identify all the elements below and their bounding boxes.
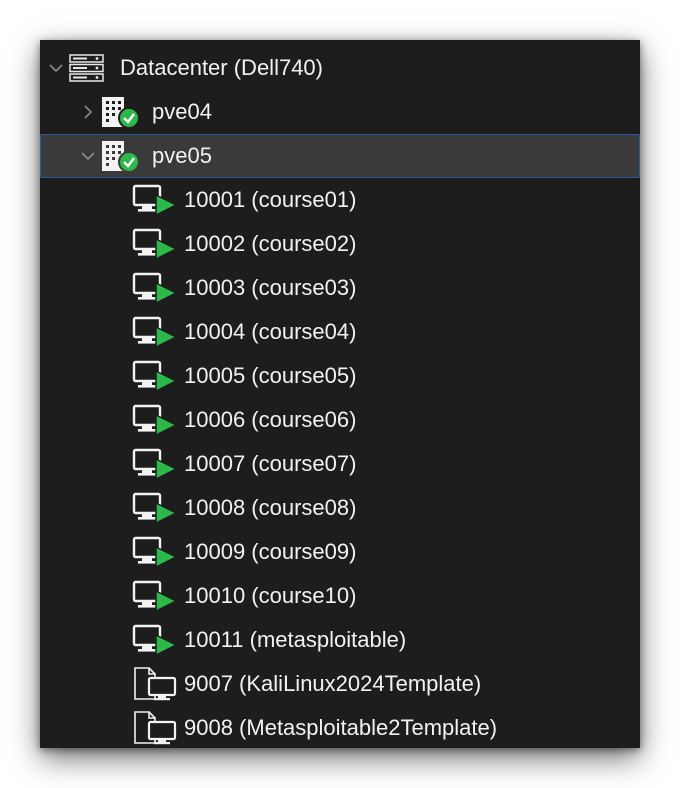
tree-item-label: 10009 (course09) <box>184 539 357 564</box>
tree-item-label: 10006 (course06) <box>184 407 357 432</box>
tree-item-vm[interactable]: 10007 (course07) <box>40 442 640 486</box>
tree-item-vm[interactable]: 10009 (course09) <box>40 530 640 574</box>
vm-running-icon <box>132 574 178 618</box>
tree-item-label: pve05 <box>152 143 212 168</box>
tree-item-label: 9008 (Metasploitable2Template) <box>184 715 498 740</box>
tree-item-vm[interactable]: 10010 (course10) <box>40 574 640 618</box>
vm-running-icon <box>132 354 178 398</box>
check-circle-icon <box>118 151 140 173</box>
tree-item-vm[interactable]: 10006 (course06) <box>40 398 640 442</box>
vm-running-icon <box>132 266 178 310</box>
vm-running-icon <box>132 486 178 530</box>
vm-running-icon <box>132 618 178 662</box>
tree-item-template[interactable]: 9008 (Metasploitable2Template) <box>40 706 640 748</box>
tree-item-node-pve04[interactable]: pve04 <box>40 90 640 134</box>
chevron-down-icon[interactable] <box>80 148 96 164</box>
tree-item-label: 10001 (course01) <box>184 187 357 212</box>
tree-item-vm[interactable]: 10011 (metasploitable) <box>40 618 640 662</box>
vm-template-icon <box>132 662 178 706</box>
server-rack-icon <box>69 46 105 90</box>
tree-item-label: 10005 (course05) <box>184 363 357 388</box>
tree-item-label: 10011 (metasploitable) <box>184 627 407 652</box>
tree-item-label: 10004 (course04) <box>184 319 357 344</box>
tree-item-label: 10008 (course08) <box>184 495 357 520</box>
tree-item-vm[interactable]: 10003 (course03) <box>40 266 640 310</box>
vm-running-icon <box>132 530 178 574</box>
tree-item-datacenter[interactable]: Datacenter (Dell740) <box>40 46 640 90</box>
check-circle-icon <box>118 107 140 129</box>
tree-item-label: 10003 (course03) <box>184 275 357 300</box>
tree-item-vm[interactable]: 10004 (course04) <box>40 310 640 354</box>
tree-item-label: 10002 (course02) <box>184 231 357 256</box>
tree-item-template[interactable]: 9007 (KaliLinux2024Template) <box>40 662 640 706</box>
vm-running-icon <box>132 222 178 266</box>
tree-item-label: 10007 (course07) <box>184 451 357 476</box>
tree-item-vm[interactable]: 10008 (course08) <box>40 486 640 530</box>
tree-item-label: 10010 (course10) <box>184 583 357 608</box>
resource-tree-panel: Datacenter (Dell740) pve04 pve05 10001 (… <box>40 40 640 748</box>
tree-item-label: 9007 (KaliLinux2024Template) <box>184 671 482 696</box>
vm-running-icon <box>132 310 178 354</box>
tree-item-label: Datacenter (Dell740) <box>120 55 323 80</box>
vm-template-icon <box>132 706 178 748</box>
tree-item-node-pve05[interactable]: pve05 <box>40 134 640 178</box>
tree-item-vm[interactable]: 10005 (course05) <box>40 354 640 398</box>
tree-item-label: pve04 <box>152 99 212 124</box>
tree-item-vm[interactable]: 10002 (course02) <box>40 222 640 266</box>
node-online-icon <box>101 90 141 134</box>
vm-running-icon <box>132 178 178 222</box>
vm-running-icon <box>132 442 178 486</box>
node-online-icon <box>101 134 141 178</box>
tree-item-vm[interactable]: 10001 (course01) <box>40 178 640 222</box>
vm-running-icon <box>132 398 178 442</box>
chevron-down-icon[interactable] <box>48 60 64 76</box>
chevron-right-icon[interactable] <box>80 104 96 120</box>
